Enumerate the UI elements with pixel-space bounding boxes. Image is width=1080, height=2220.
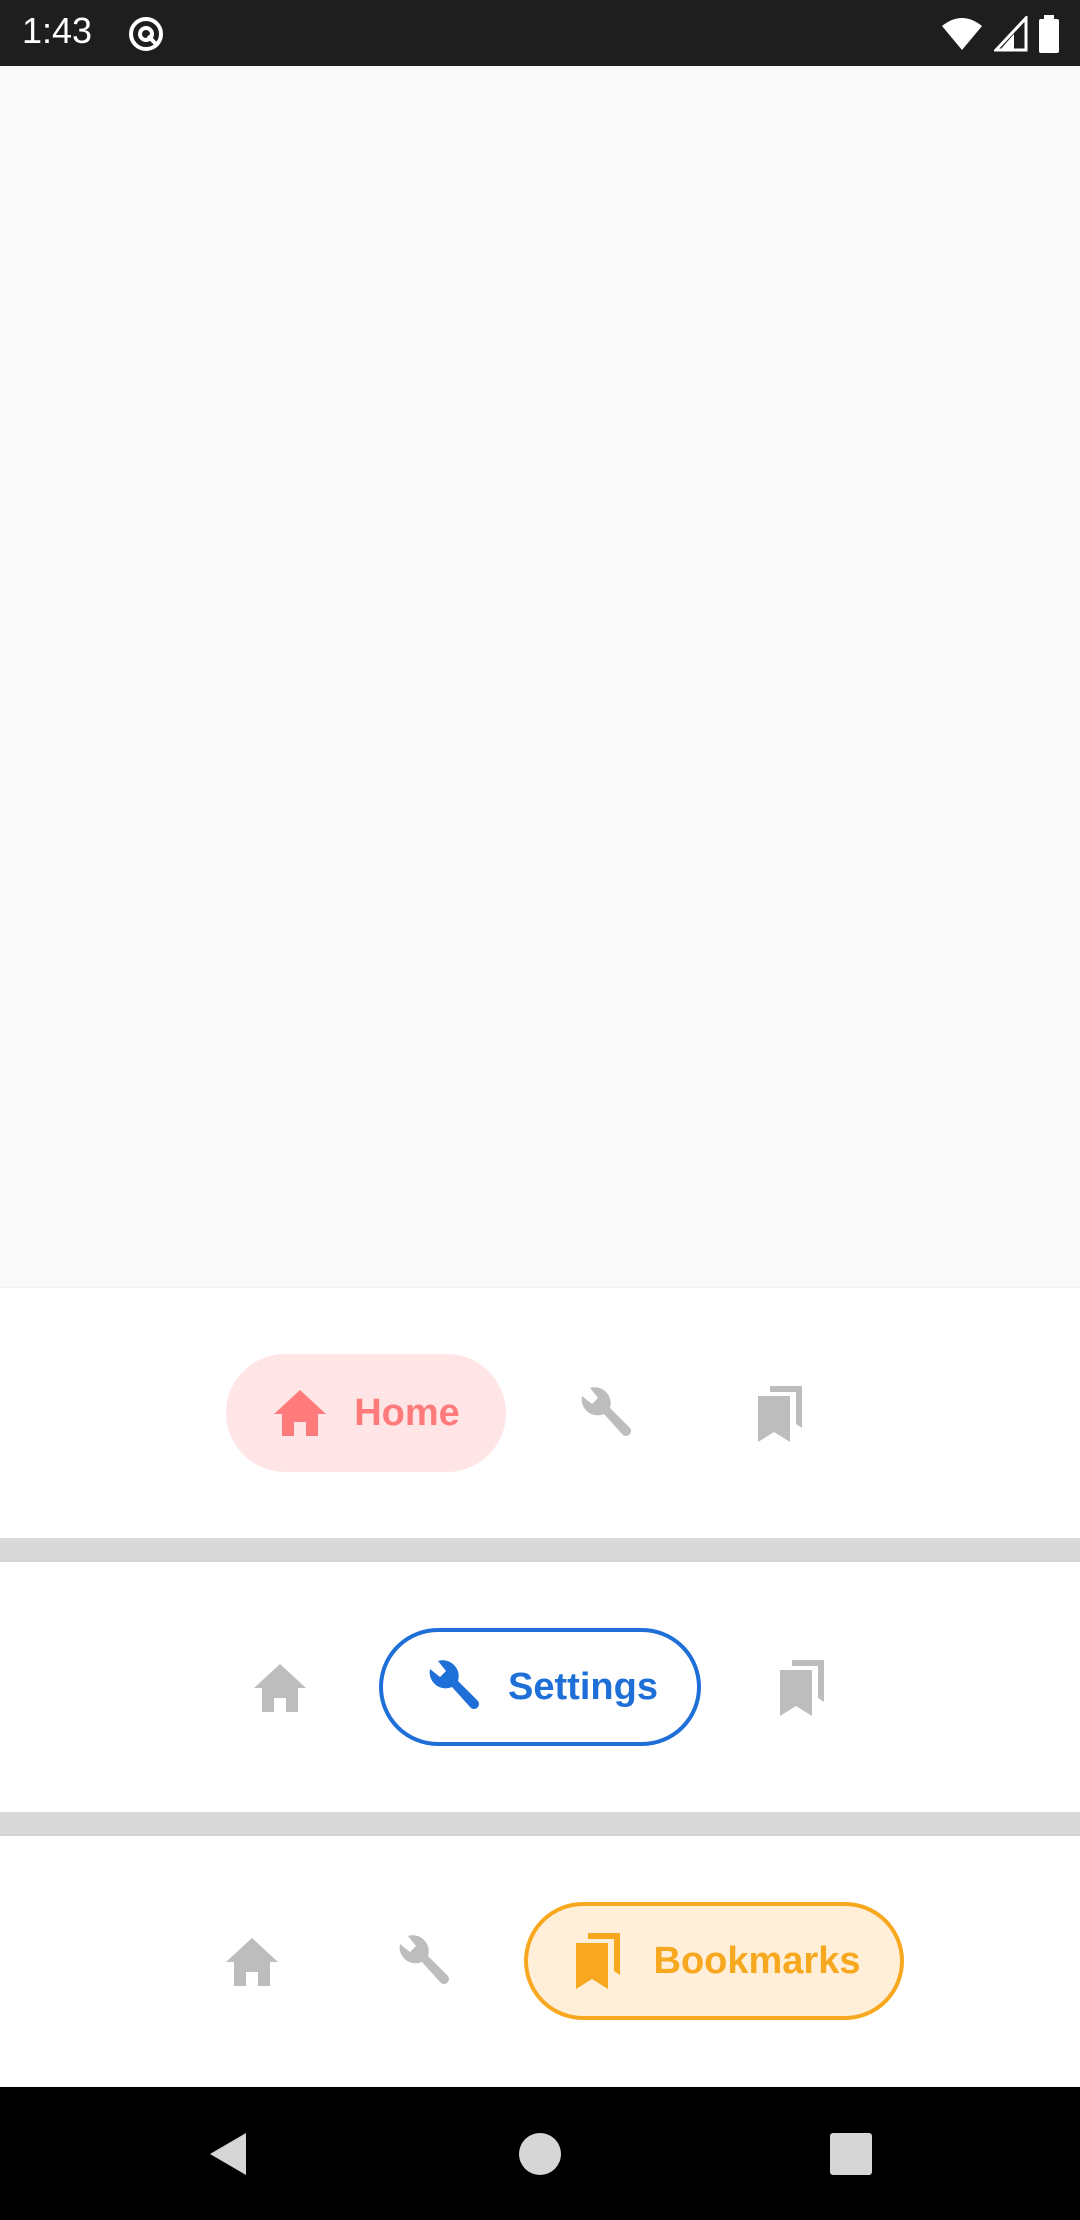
bottom-nav-bookmarks-active: Bookmarks [0,1836,1080,2086]
nav-item-home[interactable] [222,1932,282,1992]
nav-item-settings[interactable] [392,1932,452,1992]
nav-item-home[interactable] [250,1658,310,1718]
nav-item-bookmarks[interactable] [772,1658,832,1718]
at-sign-icon [129,17,163,51]
cell-signal-icon [994,16,1028,52]
status-bar: 1:43 [0,0,1080,66]
nav-item-settings[interactable] [574,1384,634,1444]
nav-label-settings: Settings [508,1665,658,1708]
home-circle-icon[interactable] [515,2129,565,2179]
home-icon [274,1390,327,1436]
nav-label-home: Home [354,1391,460,1434]
nav-label-bookmarks: Bookmarks [653,1939,861,1982]
system-navigation-bar [0,2087,1080,2220]
bookmarks-icon [758,1386,802,1442]
bookmarks-icon [780,1660,824,1716]
home-icon [254,1664,306,1712]
wrench-icon [581,1387,631,1436]
bottom-nav-home-active: Home [0,1288,1080,1538]
back-icon[interactable] [204,2129,254,2179]
nav-item-settings[interactable]: Settings [379,1628,701,1746]
nav-item-bookmarks[interactable] [750,1384,810,1444]
nav-item-home[interactable]: Home [226,1354,506,1472]
wrench-icon [399,1935,449,1984]
recents-square-icon[interactable] [826,2129,876,2179]
home-icon [226,1938,278,1986]
content-area [0,66,1080,1288]
wifi-icon [942,18,982,50]
wrench-icon [429,1660,480,1709]
status-time: 1:43 [22,10,93,51]
nav-item-bookmarks[interactable]: Bookmarks [524,1902,904,2020]
bottom-nav-settings-active: Settings [0,1562,1080,1812]
section-divider [0,1538,1080,1562]
battery-icon [1039,15,1059,53]
bookmarks-icon [575,1933,620,1989]
section-divider [0,1812,1080,1836]
